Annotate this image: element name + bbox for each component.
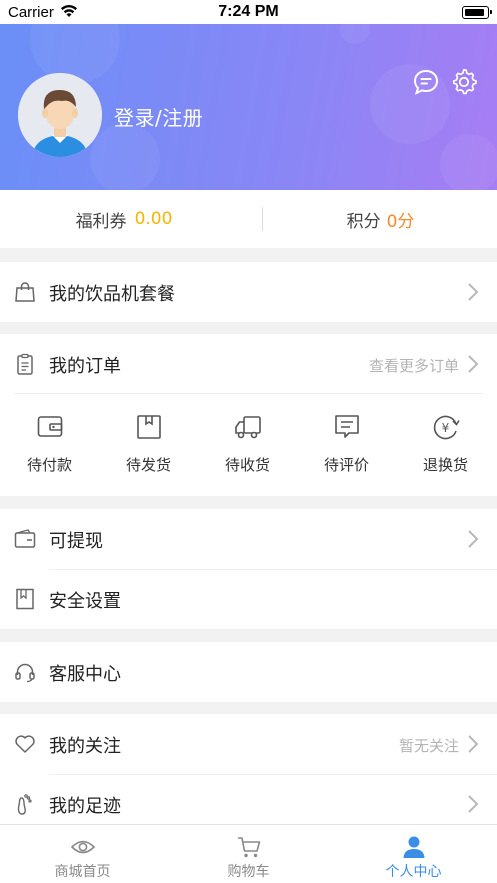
coupon-value: 0.00 [134,209,173,229]
eye-icon [70,835,96,859]
coupon-summary[interactable]: 福利券 0.00 [0,190,248,248]
security-settings-label: 安全设置 [49,591,121,612]
footprint-icon [14,793,36,815]
comment-icon [333,413,361,441]
status-bar: Carrier 7:24 PM [0,0,497,24]
order-state-label: 待收货 [224,456,270,474]
user-icon [401,835,427,859]
battery-icon [462,6,492,19]
order-pending-shipment[interactable]: 待发货 [99,393,198,493]
settings-gear-icon[interactable] [450,68,478,96]
tab-label: 购物车 [227,864,270,880]
my-orders-row[interactable]: 我的订单 查看更多订单 [0,334,497,394]
shopping-bag-icon [14,281,36,303]
wallet-card-icon [14,528,36,550]
login-register-link[interactable]: 登录/注册 [114,102,203,131]
order-returns[interactable]: ¥ 退换货 [396,393,495,493]
tab-cart[interactable]: 购物车 [166,825,331,883]
withdraw-row[interactable]: 可提现 [0,509,497,569]
clipboard-icon [14,353,36,375]
account-section: 可提现 安全设置 [0,509,497,629]
activity-section: 我的关注 暂无关注 我的足迹 [0,714,497,834]
order-state-label: 退换货 [422,456,468,474]
score-summary[interactable]: 积分 0分 [264,190,497,248]
customer-service-row[interactable]: 客服中心 [0,642,497,702]
headset-icon [14,661,36,683]
score-value: 0分 [386,211,415,232]
security-settings-row[interactable]: 安全设置 [0,569,497,629]
chevron-right-icon [467,735,479,753]
bookmark-icon [14,588,36,610]
tab-bar: 商城首页 购物车 个人中心 [0,824,497,883]
withdraw-label: 可提现 [49,531,103,552]
heart-icon [14,733,36,755]
cart-icon [236,835,262,859]
order-status-grid: 待付款 待发货 待收货 待评价 ¥ 退换货 [0,393,497,493]
view-more-orders-link[interactable]: 查看更多订单 [369,355,459,376]
message-icon[interactable] [412,68,440,96]
divider [262,207,263,231]
wallet-icon [36,413,64,441]
my-orders-label: 我的订单 [49,356,121,377]
order-state-label: 待付款 [26,456,72,474]
package-section: 我的饮品机套餐 [0,262,497,322]
package-label: 我的饮品机套餐 [49,284,175,305]
order-state-label: 待评价 [323,456,369,474]
my-follows-label: 我的关注 [49,736,121,757]
coupon-label: 福利券 [75,211,127,232]
my-follows-row[interactable]: 我的关注 暂无关注 [0,714,497,774]
chevron-right-icon [467,355,479,373]
my-footprint-label: 我的足迹 [49,796,121,817]
refund-icon: ¥ [432,413,460,441]
tab-label: 商城首页 [54,864,111,880]
tab-personal-center[interactable]: 个人中心 [331,825,496,883]
tab-label: 个人中心 [385,864,442,880]
package-row[interactable]: 我的饮品机套餐 [0,262,497,322]
chevron-right-icon [467,530,479,548]
follows-status: 暂无关注 [398,737,459,755]
svg-text:¥: ¥ [442,421,450,435]
chevron-right-icon [467,283,479,301]
order-pending-review[interactable]: 待评价 [297,393,396,493]
service-section: 客服中心 [0,642,497,702]
points-summary: 福利券 0.00 积分 0分 [0,190,497,248]
score-label: 积分 [346,211,381,232]
chevron-right-icon [467,795,479,813]
order-pending-payment[interactable]: 待付款 [0,393,99,493]
customer-service-label: 客服中心 [49,664,121,685]
avatar[interactable] [18,73,102,157]
profile-header: 登录/注册 [0,24,497,190]
order-pending-receipt[interactable]: 待收货 [198,393,297,493]
order-state-label: 待发货 [125,456,171,474]
package-box-icon [135,413,163,441]
delivery-truck-icon [234,413,262,441]
clock: 7:24 PM [218,3,279,20]
tab-mall-home[interactable]: 商城首页 [0,825,165,883]
